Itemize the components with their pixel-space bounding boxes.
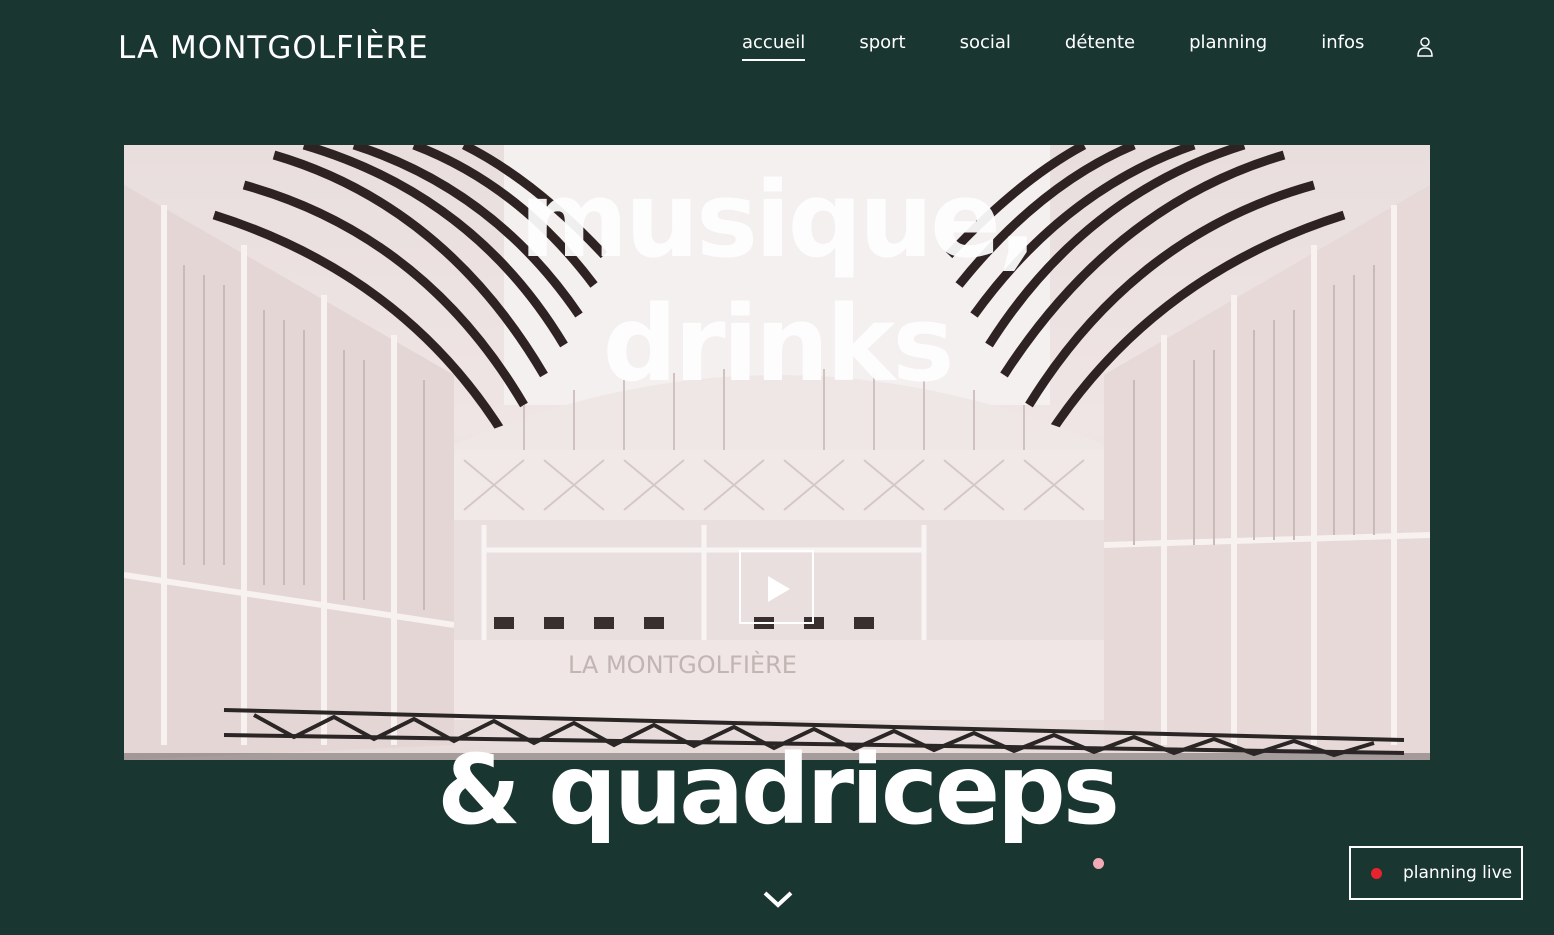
planning-live-label: planning live bbox=[1403, 863, 1513, 883]
accent-dot bbox=[1093, 858, 1104, 869]
planning-live-button[interactable]: planning live bbox=[1349, 846, 1523, 900]
nav-item-accueil[interactable]: accueil bbox=[742, 32, 806, 61]
hero-video-sign: LA MONTGOLFIÈRE bbox=[568, 650, 797, 679]
nav-item-sport[interactable]: sport bbox=[859, 32, 905, 61]
nav-item-infos[interactable]: infos bbox=[1321, 32, 1364, 61]
play-icon bbox=[768, 576, 790, 602]
logo[interactable]: LA MONTGOLFIÈRE bbox=[118, 30, 429, 66]
hero-headline-line3: & quadriceps bbox=[437, 734, 1120, 846]
hero-headline-line1: musique, bbox=[519, 159, 1037, 281]
nav-item-social[interactable]: social bbox=[960, 32, 1011, 61]
nav-item-detente[interactable]: détente bbox=[1065, 32, 1135, 61]
nav-item-planning[interactable]: planning bbox=[1189, 32, 1267, 61]
user-icon[interactable] bbox=[1416, 36, 1434, 58]
play-button[interactable] bbox=[739, 550, 814, 624]
main-nav: accueil sport social détente planning in… bbox=[742, 32, 1434, 61]
hero-headline-line2: drinks bbox=[602, 283, 955, 405]
chevron-down-icon[interactable] bbox=[762, 888, 794, 910]
live-indicator-dot bbox=[1371, 867, 1382, 879]
